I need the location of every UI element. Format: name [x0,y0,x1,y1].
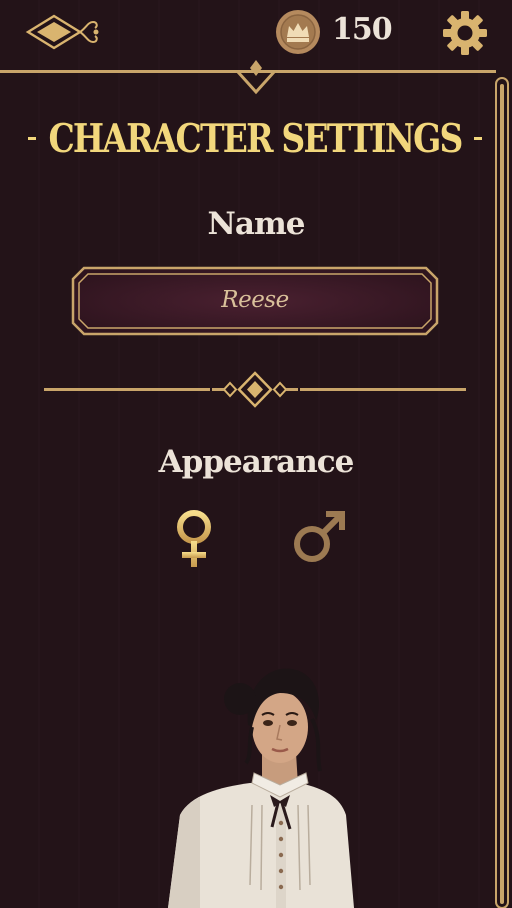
section-ornament-divider [40,370,470,410]
crown-coin-icon [275,9,321,55]
male-symbol-icon[interactable] [288,508,348,568]
menu-diamond-icon[interactable] [24,8,102,56]
scrollbar[interactable] [494,74,510,908]
gear-icon[interactable] [441,9,489,57]
title-left-rule [28,136,37,140]
page-title-row: CHARACTER SETTINGS [28,112,483,164]
title-right-rule [473,136,483,140]
name-input[interactable]: Reese [70,287,440,313]
page-title: CHARACTER SETTINGS [48,114,463,162]
character-portrait [140,655,380,908]
header-ornament-divider [0,60,496,96]
name-label: Name [207,206,306,242]
currency-count: 150 [332,12,393,47]
female-symbol-icon[interactable] [168,508,220,570]
appearance-label: Appearance [158,444,355,480]
